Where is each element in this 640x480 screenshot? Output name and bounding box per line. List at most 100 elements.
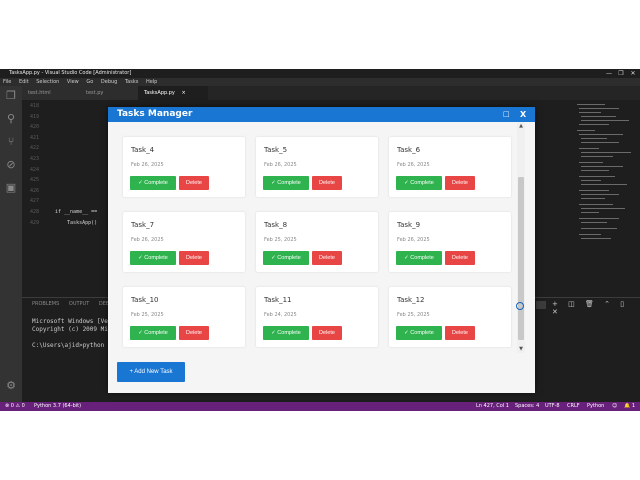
add-terminal-icon[interactable]: + — [552, 300, 558, 308]
delete-button[interactable]: Delete — [445, 176, 475, 190]
close-window-button[interactable]: ✕ — [628, 69, 638, 78]
complete-button[interactable]: ✓ Complete — [130, 176, 176, 190]
close-button[interactable]: X — [520, 108, 526, 121]
complete-button[interactable]: ✓ Complete — [130, 326, 176, 340]
maximize-button[interactable]: ❐ — [616, 69, 626, 78]
tasks-manager-title: Tasks Manager — [117, 109, 193, 119]
complete-button[interactable]: ✓ Complete — [130, 251, 176, 265]
tab-problems[interactable]: PROBLEMS — [32, 301, 59, 307]
task-card: Task_6 Feb 26, 2025 ✓ Complete Delete — [389, 137, 511, 197]
menu-tasks[interactable]: Tasks — [125, 79, 138, 85]
delete-button[interactable]: Delete — [179, 326, 209, 340]
scroll-down-icon[interactable]: ▼ — [517, 345, 525, 353]
line-number: 424 — [30, 166, 40, 173]
delete-button[interactable]: Delete — [312, 251, 342, 265]
source-control-icon[interactable]: ⑂ — [5, 136, 17, 148]
line-numbers: 418 419 420 421 422 423 424 425 426 427 … — [30, 103, 44, 230]
delete-button[interactable]: Delete — [179, 176, 209, 190]
trash-icon[interactable]: 🗑 — [585, 300, 594, 308]
line-number: 419 — [30, 113, 40, 120]
gear-icon[interactable]: ⚙ — [5, 380, 17, 392]
task-card: Task_8 Feb 25, 2025 ✓ Complete Delete — [256, 212, 378, 272]
delete-button[interactable]: Delete — [445, 326, 475, 340]
task-card: Task_5 Feb 26, 2025 ✓ Complete Delete — [256, 137, 378, 197]
menu-edit[interactable]: Edit — [19, 79, 29, 85]
cursor-position[interactable]: Ln 427, Col 1 — [476, 402, 509, 411]
complete-button[interactable]: ✓ Complete — [263, 176, 309, 190]
terminal[interactable]: Microsoft Windows [Vers Copyright (c) 20… — [32, 318, 115, 350]
notifications-icon[interactable]: 🔔 1 — [624, 402, 635, 411]
minimap[interactable] — [575, 100, 635, 290]
extensions-icon[interactable]: ▣ — [5, 182, 17, 194]
debug-icon[interactable]: ⊘ — [5, 159, 17, 171]
scroll-up-icon[interactable]: ▲ — [517, 122, 525, 130]
line-number: 426 — [30, 187, 40, 194]
python-interpreter[interactable]: Python 3.7 (64-bit) — [34, 402, 81, 411]
tab-tasksapp-py[interactable]: TasksApp.py × — [138, 86, 208, 100]
add-new-task-button[interactable]: + Add New Task — [117, 362, 185, 382]
line-number: 427 — [30, 198, 40, 205]
menu-view[interactable]: View — [67, 79, 79, 85]
task-name: Task_5 — [264, 146, 288, 154]
task-name: Task_7 — [131, 221, 155, 229]
complete-button[interactable]: ✓ Complete — [396, 326, 442, 340]
delete-button[interactable]: Delete — [312, 326, 342, 340]
complete-button[interactable]: ✓ Complete — [396, 251, 442, 265]
problems-count[interactable]: ⊗ 0 ⚠ 0 — [5, 402, 25, 411]
chevron-up-icon[interactable]: ⌃ — [604, 300, 610, 308]
complete-button[interactable]: ✓ Complete — [263, 251, 309, 265]
task-date: Feb 25, 2025 — [131, 312, 164, 318]
tab-test-html[interactable]: test.html — [22, 86, 85, 100]
editor-tabs: test.html test.py TasksApp.py × — [22, 86, 640, 100]
task-name: Task_12 — [397, 296, 425, 304]
layout-icon[interactable]: ▯ — [620, 300, 624, 308]
window-title: TasksApp.py - Visual Studio Code [Admini… — [9, 70, 132, 76]
line-number: 425 — [30, 177, 40, 184]
activity-bar: ❐ ⚲ ⑂ ⊘ ▣ ⚙ — [0, 86, 22, 402]
task-name: Task_8 — [264, 221, 288, 229]
tab-output[interactable]: OUTPUT — [69, 301, 89, 307]
menu-help[interactable]: Help — [146, 79, 157, 85]
split-terminal-icon[interactable]: ◫ — [568, 300, 575, 308]
task-name: Task_6 — [397, 146, 421, 154]
delete-button[interactable]: Delete — [445, 251, 475, 265]
line-number: 429 — [30, 219, 40, 226]
menu-selection[interactable]: Selection — [36, 79, 59, 85]
complete-button[interactable]: ✓ Complete — [396, 176, 442, 190]
scrollbar[interactable]: ▲ ▼ — [517, 122, 525, 353]
menu-debug[interactable]: Debug — [101, 79, 117, 85]
encoding[interactable]: UTF-8 — [545, 402, 560, 411]
code-text: if __name__ == TasksApp() — [55, 103, 100, 230]
delete-button[interactable]: Delete — [312, 176, 342, 190]
menu-file[interactable]: File — [3, 79, 11, 85]
tab-close-icon[interactable]: × — [181, 90, 185, 96]
menu-go[interactable]: Go — [86, 79, 93, 85]
maximize-button[interactable]: □ — [503, 109, 510, 120]
delete-button[interactable]: Delete — [179, 251, 209, 265]
tasks-manager-window: Tasks Manager □ X Task_4 Feb 26, 2025 ✓ … — [108, 107, 535, 393]
tab-label: test.py — [86, 90, 104, 96]
task-date: Feb 26, 2025 — [397, 237, 430, 243]
line-ending[interactable]: CRLF — [567, 402, 580, 411]
terminal-line: Copyright (c) 2009 Micr — [32, 326, 116, 333]
scrollbar-thumb[interactable] — [518, 177, 524, 340]
task-list-area: Task_4 Feb 26, 2025 ✓ Complete Delete Ta… — [108, 122, 535, 393]
feedback-icon[interactable]: ☺ — [612, 402, 617, 411]
indentation[interactable]: Spaces: 4 — [515, 402, 539, 411]
search-icon[interactable]: ⚲ — [5, 113, 17, 125]
files-icon[interactable]: ❐ — [5, 90, 17, 102]
language-mode[interactable]: Python — [587, 402, 604, 411]
minimize-button[interactable]: — — [604, 69, 614, 78]
status-bar: ⊗ 0 ⚠ 0 Python 3.7 (64-bit) Ln 427, Col … — [0, 402, 640, 411]
tab-test-py[interactable]: test.py — [80, 86, 143, 100]
terminal-select[interactable] — [536, 301, 546, 309]
complete-button[interactable]: ✓ Complete — [263, 326, 309, 340]
close-icon[interactable]: ✕ — [552, 308, 558, 316]
line-number: 421 — [30, 134, 40, 141]
